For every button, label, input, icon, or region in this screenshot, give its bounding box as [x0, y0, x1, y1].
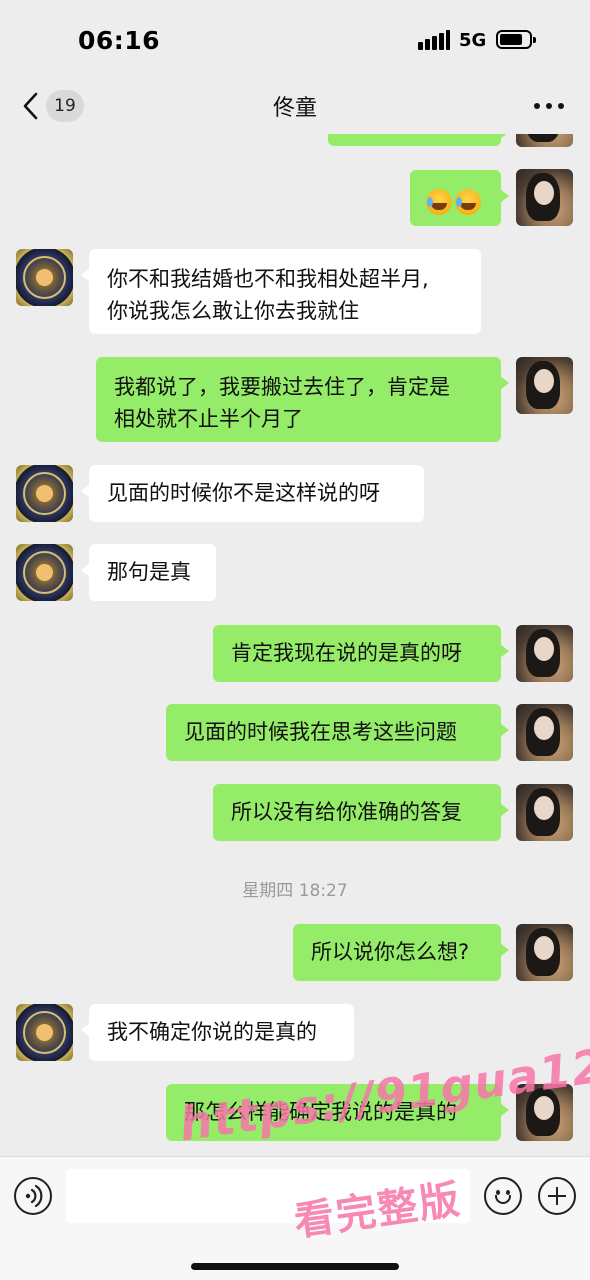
more-actions-button[interactable] [538, 1177, 576, 1215]
cellular-signal-icon [418, 30, 450, 50]
self-avatar[interactable] [516, 784, 573, 841]
message-bubble-other[interactable]: 我不确定你说的是真的 [81, 1004, 354, 1061]
network-type: 5G [459, 30, 487, 51]
status-bar: 06:16 5G [0, 0, 590, 78]
message-text: 你说我怎么敢让你去我就住 [107, 299, 359, 323]
self-avatar[interactable] [516, 134, 573, 147]
message-bubble-self[interactable]: 所以说你怎么想? [293, 924, 509, 981]
laughing-crying-emoji-icon [455, 189, 481, 215]
chat-title: 佟童 [272, 96, 317, 121]
chat-header: 19 佟童 [0, 78, 590, 134]
contact-avatar[interactable] [16, 544, 73, 601]
laughing-crying-emoji-icon [426, 189, 452, 215]
message-bubble-other[interactable]: 你不和我结婚也不和我相处超半月, 你说我怎么敢让你去我就住 [81, 249, 481, 334]
message-bubble-self[interactable]: 肯定我现在说的是真的呀 [213, 625, 509, 682]
message-bubble-self[interactable]: 所以没有给你准确的答复 [213, 784, 509, 841]
self-avatar[interactable] [516, 169, 573, 226]
message-bubble-other[interactable]: 那句是真 [81, 544, 216, 601]
message-bubble-other[interactable]: 见面的时候你不是这样说的呀 [81, 465, 424, 522]
message-timestamp: 星期四 18:27 [242, 881, 348, 901]
voice-icon [25, 1184, 43, 1208]
contact-avatar[interactable] [16, 465, 73, 522]
contact-avatar[interactable] [16, 249, 73, 306]
self-avatar[interactable] [516, 625, 573, 682]
message-text: 我都说了，我要搬过去住了，肯定是 [114, 375, 450, 399]
status-time: 06:16 [78, 26, 161, 55]
message-bubble-self[interactable] [410, 170, 509, 226]
self-avatar[interactable] [516, 704, 573, 761]
voice-input-button[interactable] [14, 1177, 52, 1215]
message-bubble-self[interactable] [328, 134, 509, 146]
message-text: 你不和我结婚也不和我相处超半月, [107, 267, 429, 291]
self-avatar[interactable] [516, 924, 573, 981]
message-list[interactable]: 你不和我结婚也不和我相处超半月, 你说我怎么敢让你去我就住 我都说了，我要搬过去… [0, 134, 590, 1156]
emoji-button[interactable] [484, 1177, 522, 1215]
message-text: 相处就不止半个月了 [114, 407, 303, 431]
home-indicator [191, 1263, 399, 1270]
message-bubble-self[interactable]: 见面的时候我在思考这些问题 [166, 704, 509, 761]
contact-avatar[interactable] [16, 1004, 73, 1061]
battery-icon [496, 30, 536, 49]
self-avatar[interactable] [516, 357, 573, 414]
more-options-button[interactable] [532, 94, 566, 118]
message-bubble-self[interactable]: 我都说了，我要搬过去住了，肯定是 相处就不止半个月了 [96, 357, 509, 442]
